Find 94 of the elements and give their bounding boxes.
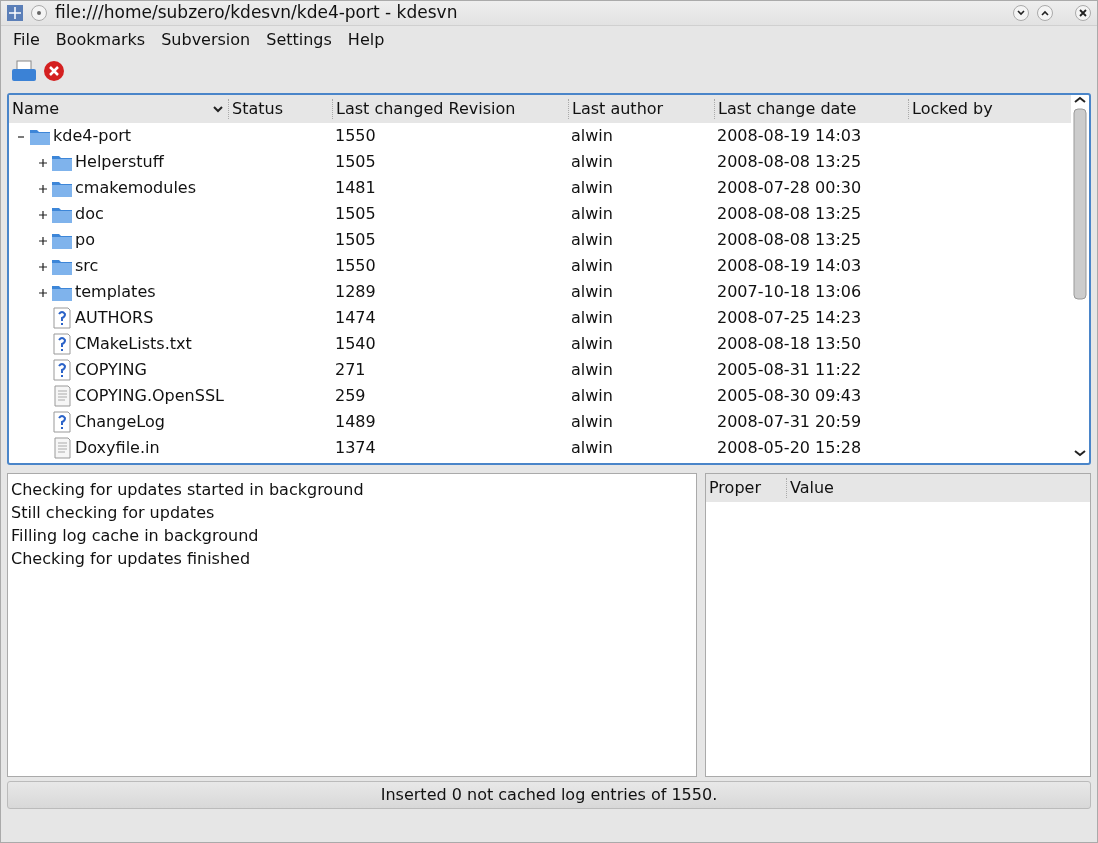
plus-icon[interactable] [39, 184, 47, 193]
file-name[interactable]: Helperstuff [75, 150, 164, 174]
log-line: Still checking for updates [11, 502, 216, 524]
chevron-up-icon [1040, 10, 1049, 16]
column-header[interactable]: Name [9, 99, 228, 119]
table-cell-text: 2008-08-19 14:03 [716, 255, 863, 277]
table-cell-text: alwin [570, 229, 614, 251]
table-cell-text: 1550 [334, 125, 377, 147]
table-cell-text: 1481 [334, 177, 377, 199]
table-cell-text: alwin [570, 333, 614, 355]
table-cell-text: alwin [570, 385, 614, 407]
table-cell-text: alwin [570, 203, 614, 225]
file-name[interactable]: po [75, 228, 95, 252]
table-cell-text: 1289 [334, 281, 377, 303]
close-button[interactable] [1075, 5, 1091, 21]
table-cell-text: 271 [334, 359, 367, 381]
column-header[interactable]: Proper [706, 478, 786, 498]
table-cell-text: alwin [570, 359, 614, 381]
table-cell-text: 2008-08-08 13:25 [716, 151, 863, 173]
menu-item[interactable]: Help [339, 27, 393, 52]
table-cell-text: 1505 [334, 203, 377, 225]
close-icon [1079, 9, 1087, 17]
question-file-icon [51, 307, 73, 329]
status-text: Inserted 0 not cached log entries of 1550. [380, 784, 718, 806]
text-file-icon [51, 385, 73, 407]
table-cell-text: 2008-08-19 14:03 [716, 125, 863, 147]
table-cell-text: alwin [570, 177, 614, 199]
printer-icon[interactable] [11, 60, 37, 82]
column-header[interactable]: Last changed Revision [332, 99, 568, 119]
table-cell-text: 2008-07-31 20:59 [716, 411, 863, 433]
file-name[interactable]: cmakemodules [75, 176, 197, 200]
column-header[interactable]: Value [786, 478, 834, 498]
file-name[interactable]: doc [75, 202, 104, 226]
plus-icon[interactable] [39, 158, 47, 167]
question-file-icon [51, 359, 73, 381]
table-cell-text: 2007-10-18 13:06 [716, 281, 863, 303]
table-cell-text: 2008-08-08 13:25 [716, 203, 863, 225]
file-name[interactable]: AUTHORS [75, 306, 154, 330]
column-header[interactable]: Status [228, 99, 332, 119]
menu-item[interactable]: Subversion [153, 27, 259, 52]
column-header[interactable]: Last author [568, 99, 714, 119]
table-cell-text: 2008-05-20 15:28 [716, 437, 863, 459]
file-name[interactable]: src [75, 254, 99, 278]
table-cell-text: 2008-08-18 13:50 [716, 333, 863, 355]
question-file-icon [51, 333, 73, 355]
maximize-button[interactable] [1036, 5, 1053, 21]
file-name[interactable]: CMakeLists.txt [75, 332, 192, 356]
table-cell-text: alwin [570, 255, 614, 277]
sort-caret-icon[interactable] [212, 104, 224, 114]
table-cell-text: alwin [570, 411, 614, 433]
log-line: Checking for updates finished [11, 548, 252, 570]
file-name[interactable]: kde4-port [53, 124, 131, 148]
log-line: Checking for updates started in background [11, 479, 365, 501]
file-name[interactable]: ChangeLog [75, 410, 165, 434]
menu-item[interactable]: File [5, 27, 48, 52]
table-cell-text: 1550 [334, 255, 377, 277]
table-cell-text: 2008-08-08 13:25 [716, 229, 863, 251]
menu-item[interactable]: Bookmarks [47, 27, 154, 52]
table-cell-text: 1505 [334, 151, 377, 173]
column-header[interactable]: Last change date [714, 99, 908, 119]
table-cell-text: alwin [570, 307, 614, 329]
table-cell-text: alwin [570, 151, 614, 173]
file-name[interactable]: COPYING.OpenSSL [75, 384, 224, 408]
pin-icon[interactable] [31, 5, 47, 21]
plus-icon[interactable] [39, 262, 47, 271]
table-cell-text: 2005-08-30 09:43 [716, 385, 863, 407]
table-cell-text: alwin [570, 125, 614, 147]
table-cell-text: 1474 [334, 307, 377, 329]
table-cell-text: 2005-08-31 11:22 [716, 359, 863, 381]
table-cell-text: 1540 [334, 333, 377, 355]
table-cell-text: alwin [570, 281, 614, 303]
table-cell-text: 1505 [334, 229, 377, 251]
file-name[interactable]: templates [75, 280, 156, 304]
table-cell-text: 259 [334, 385, 367, 407]
table-cell-text: 1374 [334, 437, 377, 459]
question-file-icon [51, 411, 73, 433]
text-file-icon [51, 437, 73, 459]
menu-item[interactable]: Settings [258, 27, 340, 52]
table-cell-text: 2008-07-28 00:30 [716, 177, 863, 199]
minimize-button[interactable] [1013, 5, 1029, 21]
plus-icon[interactable] [39, 210, 47, 219]
table-cell-text: alwin [570, 437, 614, 459]
table-cell-text: 2008-07-25 14:23 [716, 307, 863, 329]
app-icon[interactable] [7, 5, 23, 21]
plus-icon[interactable] [39, 236, 47, 245]
file-name[interactable]: COPYING [75, 358, 147, 382]
window-title: file:///home/subzero/kdesvn/kde4-port - kdesvn [55, 1, 458, 25]
column-header[interactable]: Locked by [908, 99, 1047, 119]
file-name[interactable]: Doxyfile.in [75, 436, 160, 460]
chevron-down-icon [1017, 10, 1025, 16]
plus-icon[interactable] [39, 288, 47, 297]
table-cell-text: 1489 [334, 411, 377, 433]
stop-icon[interactable] [43, 60, 65, 82]
log-line: Filling log cache in background [11, 525, 260, 547]
